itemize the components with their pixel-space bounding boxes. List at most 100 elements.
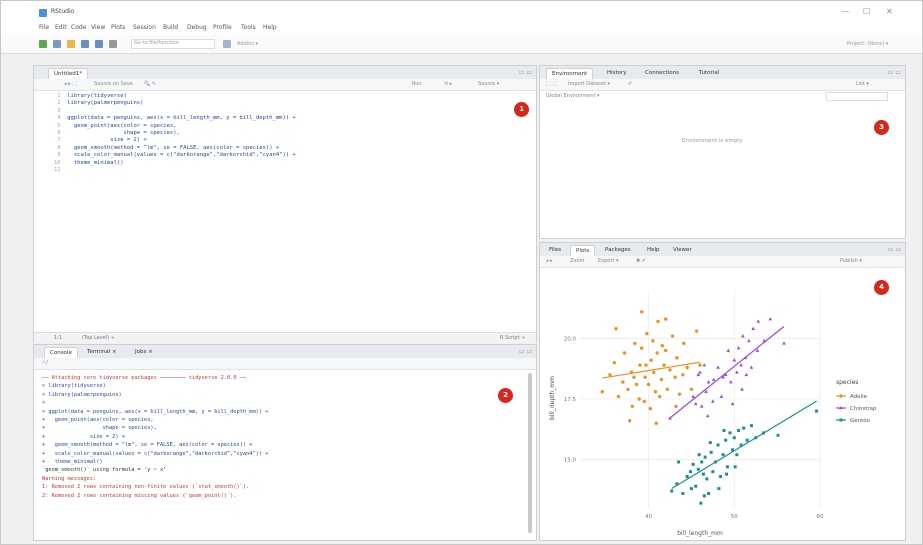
point-gentoo	[700, 460, 704, 464]
run-button[interactable]: Run	[412, 81, 422, 87]
plot-nav-arrows-icon[interactable]: ◂ ▸	[546, 258, 553, 264]
point-adelie	[675, 356, 679, 360]
minimize-pane-icon[interactable]: ▭ ▭	[519, 69, 532, 76]
tab-tutorial[interactable]: Tutorial	[694, 68, 724, 78]
menu-help[interactable]: Help	[263, 24, 277, 31]
point-chinstrap	[706, 380, 711, 384]
point-adelie	[664, 348, 668, 353]
load-save-workspace-icon[interactable]: ⬚ ⬚	[546, 81, 557, 87]
tab-help[interactable]: Help	[642, 245, 665, 255]
minimize-console-icon[interactable]: ▭ ▭	[519, 348, 532, 355]
maximize-button[interactable]: ☐	[863, 7, 870, 16]
export-menu[interactable]: Export ▾	[598, 258, 618, 264]
back-forward-icon[interactable]: ◂ ▸ ⬚	[64, 81, 77, 87]
point-adelie	[662, 363, 666, 367]
menu-tools[interactable]: Tools	[241, 24, 256, 31]
code-line[interactable]: 5 geom_point(aes(color = species,	[54, 123, 296, 130]
point-gentoo	[707, 491, 711, 495]
minimize-button[interactable]: —	[841, 7, 849, 16]
working-directory[interactable]: ~/	[42, 360, 48, 366]
point-adelie	[656, 319, 660, 324]
console-scrollbar[interactable]	[528, 373, 532, 533]
console-output[interactable]: ── Attaching core tidyverse packages ───…	[42, 374, 268, 500]
code-line[interactable]: 11	[54, 167, 296, 174]
tab-files[interactable]: Files	[544, 245, 566, 255]
code-line[interactable]: 7 size = 2) +	[54, 137, 296, 144]
annotation-badge-1: 1	[514, 102, 529, 117]
minimize-plots-icon[interactable]: ▭ ▭	[888, 246, 901, 253]
project-menu[interactable]: Project: (None) ▾	[847, 41, 888, 47]
code-line[interactable]: 2 library(palmerpenguins)	[54, 100, 296, 107]
broom-icon[interactable]: ✐	[628, 81, 632, 87]
tab-console[interactable]: Console	[44, 347, 78, 358]
scope-indicator[interactable]: (Top Level) ÷	[82, 335, 115, 341]
close-button[interactable]: ✕	[886, 7, 893, 16]
tab-environment[interactable]: Environment	[546, 68, 594, 79]
code-editor[interactable]: 1 library(tidyverse) 2 library(palmerpen…	[54, 93, 296, 174]
source-on-save-checkbox[interactable]: Source on Save	[94, 81, 133, 87]
menu-profile[interactable]: Profile	[213, 24, 232, 31]
point-adelie	[643, 375, 647, 379]
title-bar: RStudio — ☐ ✕	[1, 1, 922, 21]
point-gentoo	[728, 431, 732, 435]
save-all-icon[interactable]	[95, 40, 103, 48]
menu-file[interactable]: File	[39, 24, 49, 31]
code-text: geom_smooth(method = "lm", se = FALSE, a…	[67, 144, 280, 151]
code-line[interactable]: 9 scale_color_manual(values = c("darkora…	[54, 152, 296, 159]
console-line: + size = 2) +	[42, 433, 125, 440]
file-type-indicator[interactable]: R Script ÷	[500, 335, 525, 341]
editor-tab-untitled[interactable]: Untitled1*	[48, 68, 89, 79]
tab-packages[interactable]: Packages	[600, 245, 636, 255]
menu-view[interactable]: View	[91, 24, 105, 31]
code-line[interactable]: 6 shape = species),	[54, 130, 296, 137]
zoom-button[interactable]: Zoom	[570, 258, 584, 264]
list-view-menu[interactable]: List ▾	[856, 81, 869, 87]
minimize-environment-icon[interactable]: ▭ ▭	[888, 69, 901, 76]
tab-terminal[interactable]: Terminal ×	[82, 347, 122, 357]
tab-jobs[interactable]: Jobs ×	[130, 347, 158, 357]
code-text: scale_color_manual(values = c("darkorang…	[67, 152, 296, 159]
rerun-icon[interactable]: ⟲ ▸	[444, 81, 452, 87]
editor-toolbar: ◂ ▸ ⬚ Source on Save 🔍 ✎ Run ⟲ ▸ Source …	[34, 79, 536, 91]
goto-file-input[interactable]: Go to file/function	[131, 39, 215, 49]
tab-plots[interactable]: Plots	[570, 245, 596, 256]
print-icon[interactable]	[109, 40, 117, 48]
publish-menu[interactable]: Publish ▾	[840, 258, 862, 264]
new-file-icon[interactable]	[39, 40, 47, 48]
remove-plot-icon[interactable]: ✖ ✐	[636, 258, 646, 264]
global-environment-menu[interactable]: Global Environment ▾	[546, 93, 600, 99]
new-project-icon[interactable]	[53, 40, 61, 48]
menu-session[interactable]: Session	[133, 24, 156, 31]
environment-search-input[interactable]	[826, 92, 888, 101]
menu-edit[interactable]: Edit	[55, 24, 67, 31]
code-line[interactable]: 3	[54, 108, 296, 115]
save-icon[interactable]	[81, 40, 89, 48]
menu-build[interactable]: Build	[163, 24, 178, 31]
window-title: RStudio	[51, 8, 75, 15]
menu-debug[interactable]: Debug	[187, 24, 207, 31]
legend: species Adelie Chinstrap Gentoo	[836, 379, 877, 424]
point-chinstrap	[740, 387, 744, 391]
code-line[interactable]: 8 geom_smooth(method = "lm", se = FALSE,…	[54, 145, 296, 152]
tab-history[interactable]: History	[602, 68, 632, 78]
workspace-panes-icon[interactable]	[223, 40, 231, 48]
point-adelie	[668, 368, 672, 372]
menu-plots[interactable]: Plots	[111, 24, 125, 31]
code-line[interactable]: 1 library(tidyverse)	[54, 93, 296, 100]
open-file-icon[interactable]	[67, 40, 75, 48]
import-dataset-button[interactable]: Import Dataset ▾	[568, 81, 610, 87]
addins-menu[interactable]: Addins ▾	[237, 41, 258, 47]
code-text: library(tidyverse)	[67, 93, 127, 99]
tab-viewer[interactable]: Viewer	[668, 245, 697, 255]
code-line[interactable]: 4 ggplot(data = penguins, aes(x = bill_l…	[54, 115, 295, 122]
point-gentoo	[703, 455, 707, 459]
code-line[interactable]: 10 theme_minimal()	[54, 160, 296, 167]
menu-code[interactable]: Code	[71, 24, 86, 31]
magic-wand-icon[interactable]: 🔍 ✎	[144, 81, 156, 87]
point-gentoo	[722, 428, 726, 432]
y-axis-label: bill_depth_mm	[549, 376, 556, 420]
tab-connections[interactable]: Connections	[640, 68, 684, 78]
console-line: 2: Removed 2 rows containing missing val…	[42, 492, 237, 499]
source-button[interactable]: Source ▾	[478, 81, 499, 87]
point-adelie	[649, 358, 653, 362]
